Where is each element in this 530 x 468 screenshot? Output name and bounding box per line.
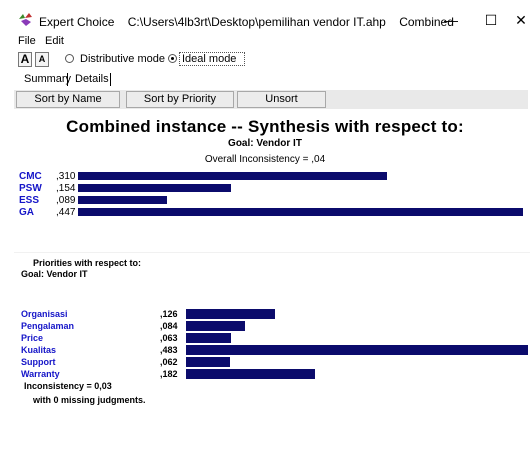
synthesis-goal: Goal: Vendor IT — [228, 138, 302, 149]
menu-bar: File Edit — [0, 33, 530, 49]
alternative-priority-bar — [78, 184, 231, 192]
criterion-priority-bar — [186, 321, 245, 331]
ideal-mode-radio[interactable] — [168, 54, 177, 63]
panel-divider — [14, 252, 530, 253]
sort-by-priority-button[interactable]: Sort by Priority — [126, 91, 234, 108]
tab-details[interactable]: Details — [75, 73, 109, 85]
alternative-name: PSW — [19, 183, 42, 194]
tab-summary[interactable]: Summary — [24, 73, 71, 85]
missing-judgments: with 0 missing judgments. — [33, 395, 146, 405]
criterion-priority-bar — [186, 309, 275, 319]
menu-edit[interactable]: Edit — [45, 35, 64, 47]
criterion-name: Pengalaman — [21, 321, 75, 331]
title-bar: Expert Choice C:\Users\4lb3rt\Desktop\pe… — [0, 0, 530, 32]
overall-inconsistency: Overall Inconsistency = ,04 — [204, 154, 326, 165]
unsort-button[interactable]: Unsort — [237, 91, 326, 108]
sort-toolbar: Sort by Name Sort by Priority Unsort — [14, 90, 528, 109]
distributive-mode-label[interactable]: Distributive mode — [80, 53, 165, 65]
alternative-priority-bar — [78, 196, 167, 204]
priorities-title: Priorities with respect to: — [33, 258, 142, 268]
view-tabs: Summary Details — [0, 71, 530, 87]
criterion-name: Kualitas — [21, 345, 57, 355]
criterion-name: Price — [21, 333, 44, 343]
alternative-name: CMC — [19, 171, 42, 182]
tab-divider — [67, 73, 68, 86]
criterion-name: Warranty — [21, 369, 60, 379]
criterion-value: ,063 — [160, 333, 178, 343]
distributive-mode-radio[interactable] — [65, 54, 74, 63]
alternative-priority-bar — [78, 172, 387, 180]
tab-divider — [110, 73, 111, 86]
close-button[interactable]: ✕ — [511, 10, 530, 30]
decrease-font-button[interactable]: A — [35, 52, 49, 67]
alternative-priority-bar — [78, 208, 523, 216]
file-path: C:\Users\4lb3rt\Desktop\pemilihan vendor… — [127, 15, 386, 29]
app-name: Expert Choice — [39, 15, 115, 29]
criterion-name: Support — [21, 357, 56, 367]
alternative-value: ,154 — [56, 183, 76, 194]
ideal-mode-label[interactable]: Ideal mode — [182, 53, 236, 65]
criterion-value: ,483 — [160, 345, 178, 355]
criterion-value: ,062 — [160, 357, 178, 367]
alternative-value: ,447 — [56, 207, 76, 218]
criterion-value: ,126 — [160, 309, 178, 319]
increase-font-button[interactable]: A — [18, 52, 32, 67]
priorities-goal: Goal: Vendor IT — [21, 269, 88, 279]
criterion-value: ,182 — [160, 369, 178, 379]
alternative-name: GA — [19, 207, 34, 218]
sort-by-name-button[interactable]: Sort by Name — [16, 91, 120, 108]
alternative-name: ESS — [19, 195, 40, 206]
alternative-value: ,310 — [56, 171, 76, 182]
toolbar: A A Distributive mode Ideal mode — [0, 51, 530, 69]
menu-file[interactable]: File — [18, 35, 36, 47]
criterion-priority-bar — [186, 333, 231, 343]
minimize-button[interactable]: — — [441, 10, 461, 30]
expert-choice-app-icon — [19, 13, 32, 26]
synthesis-title: Combined instance -- Synthesis with resp… — [66, 117, 464, 136]
window-title: Expert Choice C:\Users\4lb3rt\Desktop\pe… — [39, 15, 454, 29]
priorities-inconsistency: Inconsistency = 0,03 — [24, 381, 112, 391]
criterion-name: Organisasi — [21, 309, 68, 319]
maximize-button[interactable]: ☐ — [481, 10, 501, 30]
criterion-priority-bar — [186, 369, 315, 379]
criterion-value: ,084 — [160, 321, 178, 331]
criterion-priority-bar — [186, 345, 528, 355]
alternative-value: ,089 — [56, 195, 76, 206]
criterion-priority-bar — [186, 357, 230, 367]
